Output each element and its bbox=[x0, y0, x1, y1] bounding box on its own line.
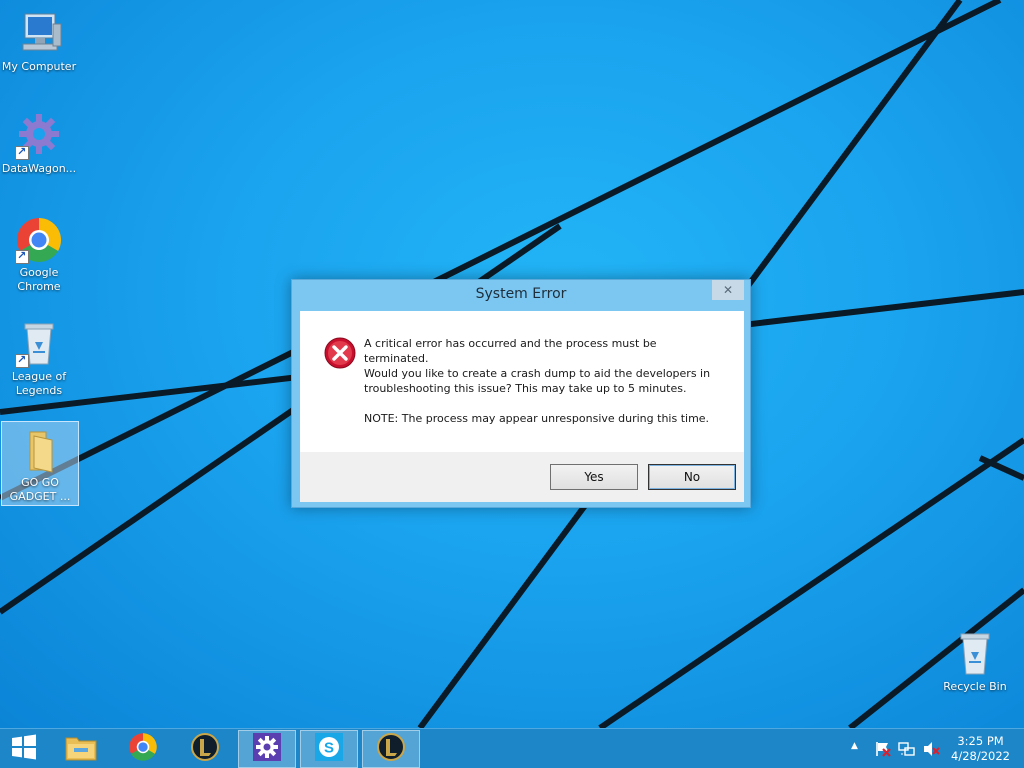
league-of-legends-icon bbox=[376, 732, 406, 766]
dialog-titlebar[interactable]: System Error ✕ bbox=[292, 280, 750, 310]
desktop-icon-datawagon[interactable]: DataWagon... bbox=[0, 112, 78, 176]
shortcut-arrow-icon bbox=[15, 249, 29, 264]
windows-logo-icon bbox=[11, 734, 37, 764]
error-icon bbox=[324, 337, 356, 369]
taskbar-chrome[interactable] bbox=[114, 730, 172, 768]
desktop-icon-google-chrome[interactable]: Google Chrome bbox=[0, 216, 78, 294]
dialog-message-line1: A critical error has occurred and the pr… bbox=[364, 337, 657, 365]
yes-button[interactable]: Yes bbox=[550, 464, 638, 490]
dialog-message-line2a: Would you like to create a crash dump to… bbox=[364, 367, 711, 380]
gear-icon bbox=[15, 112, 63, 160]
taskbar-skype[interactable]: S bbox=[300, 730, 358, 768]
dialog-message-line3: NOTE: The process may appear unresponsiv… bbox=[364, 412, 710, 425]
taskbar-league-of-legends-running[interactable] bbox=[362, 730, 420, 768]
recycle-bin-icon bbox=[951, 630, 999, 678]
recycle-bin-icon bbox=[15, 320, 63, 368]
taskbar: S ▲ 3:25 PM 4/28/2022 bbox=[0, 728, 1024, 768]
shortcut-arrow-icon bbox=[15, 353, 29, 368]
clock-time: 3:25 PM bbox=[957, 734, 1004, 748]
dialog-message-line2b: troubleshooting this issue? This may tak… bbox=[364, 382, 687, 395]
desktop-icon-label-line2: GADGET ... bbox=[9, 490, 71, 503]
show-hidden-icons-button[interactable]: ▲ bbox=[851, 741, 858, 768]
desktop-icon-go-go-gadget[interactable]: GO GO GADGET ... bbox=[1, 421, 79, 506]
close-button[interactable]: ✕ bbox=[712, 280, 744, 300]
chrome-icon bbox=[15, 216, 63, 264]
desktop-icon-label-line2: Chrome bbox=[17, 280, 61, 293]
desktop-icon-label-line2: Legends bbox=[15, 384, 63, 397]
skype-icon: S bbox=[314, 732, 344, 766]
no-button[interactable]: No bbox=[648, 464, 736, 490]
action-center-flag-icon[interactable] bbox=[874, 740, 892, 768]
desktop-icon-league-of-legends[interactable]: League of Legends bbox=[0, 320, 78, 398]
taskbar-file-explorer[interactable] bbox=[52, 730, 110, 768]
network-icon[interactable] bbox=[898, 740, 916, 768]
desktop-icon-recycle-bin[interactable]: Recycle Bin bbox=[936, 630, 1014, 694]
desktop-icon-label-line1: GO GO bbox=[21, 476, 59, 489]
taskbar-settings[interactable] bbox=[238, 730, 296, 768]
desktop-icon-label-line1: League of bbox=[11, 370, 67, 383]
dialog-title: System Error bbox=[475, 286, 567, 302]
taskbar-clock[interactable]: 3:25 PM 4/28/2022 bbox=[951, 734, 1010, 764]
start-button[interactable] bbox=[0, 730, 48, 768]
desktop-icon-label-line1: Google bbox=[19, 266, 59, 279]
computer-icon bbox=[15, 10, 63, 58]
dialog-message-area: A critical error has occurred and the pr… bbox=[300, 311, 744, 452]
folder-icon bbox=[16, 426, 64, 474]
taskbar-league-of-legends[interactable] bbox=[176, 730, 234, 768]
clock-date: 4/28/2022 bbox=[951, 749, 1010, 763]
desktop-icon-my-computer[interactable]: My Computer bbox=[0, 10, 78, 74]
desktop-icon-label: Recycle Bin bbox=[943, 680, 1007, 693]
chrome-icon bbox=[128, 732, 158, 766]
desktop-icon-label: My Computer bbox=[1, 60, 77, 73]
system-error-dialog: System Error ✕ A critical error has occu… bbox=[291, 279, 751, 508]
dialog-content: A critical error has occurred and the pr… bbox=[300, 311, 744, 502]
settings-icon bbox=[252, 732, 282, 766]
shortcut-arrow-icon bbox=[15, 145, 29, 160]
svg-text:S: S bbox=[324, 740, 334, 757]
league-of-legends-icon bbox=[190, 732, 220, 766]
volume-muted-icon[interactable] bbox=[922, 740, 940, 768]
desktop-icon-label: DataWagon... bbox=[1, 162, 77, 175]
desktop: My Computer DataWagon... bbox=[0, 0, 1024, 728]
file-explorer-icon bbox=[64, 732, 98, 766]
